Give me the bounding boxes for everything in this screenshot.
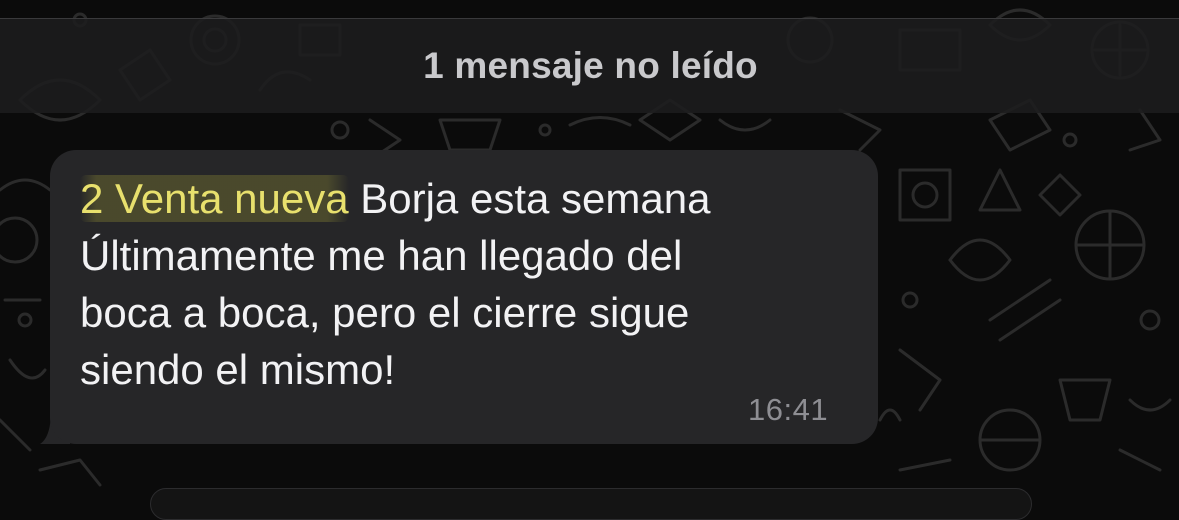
message-body: 2 Venta nueva Borja esta semana Últimame… [80, 170, 860, 398]
message-line-3: boca a boca, pero el cierre sigue [80, 289, 690, 336]
next-message-edge [150, 488, 1032, 520]
search-highlight: 2 Venta nueva [80, 175, 349, 222]
message-timestamp: 16:41 [748, 392, 829, 427]
unread-count-label: 1 mensaje no leído [423, 45, 758, 86]
message-line-4: siendo el mismo! [80, 346, 396, 393]
message-line-1-rest: Borja esta semana [348, 175, 711, 222]
message-line-2: Últimamente me han llegado del [80, 232, 683, 279]
unread-messages-banner: 1 mensaje no leído [0, 18, 1179, 113]
message-line-1: 2 Venta nueva Borja esta semana [80, 170, 860, 227]
